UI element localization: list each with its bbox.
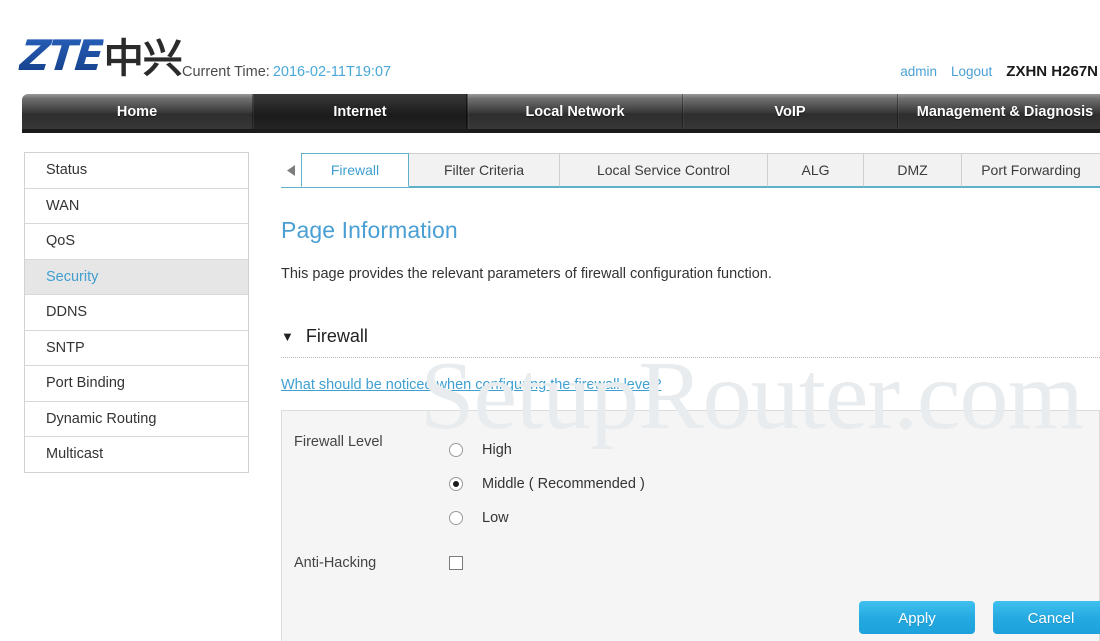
router-admin-page: ZTE 中兴 Current Time: 2016-02-11T19:07 adm… <box>0 0 1100 641</box>
device-model: ZXHN H267N <box>1006 63 1098 80</box>
sidebar-item-security[interactable]: Security <box>25 259 248 295</box>
firewall-section-header[interactable]: ▼ Firewall <box>281 326 1100 347</box>
page-header: ZTE 中兴 Current Time: 2016-02-11T19:07 adm… <box>0 0 1100 94</box>
tab-firewall[interactable]: Firewall <box>301 153 409 187</box>
radio-label: Low <box>482 510 509 526</box>
logout-link[interactable]: Logout <box>951 64 992 79</box>
zte-logo: ZTE 中兴 <box>17 30 182 83</box>
radio-icon[interactable] <box>449 443 463 457</box>
tab-strip: Firewall Filter Criteria Local Service Con… <box>281 152 1100 188</box>
anti-hacking-row: Anti-Hacking <box>294 554 463 571</box>
radio-icon[interactable] <box>449 477 463 491</box>
firewall-level-row: Firewall Level High Middle ( Recommended … <box>294 433 645 535</box>
tab-port-forwarding[interactable]: Port Forwarding <box>961 153 1100 187</box>
firewall-level-option-high[interactable]: High <box>449 433 645 467</box>
current-time: Current Time: 2016-02-11T19:07 <box>182 64 391 80</box>
navbar-underline <box>22 129 1100 133</box>
sidebar-item-ddns[interactable]: DDNS <box>25 295 248 331</box>
radio-label: High <box>482 442 512 458</box>
tab-filter-criteria[interactable]: Filter Criteria <box>408 153 560 187</box>
nav-item-home[interactable]: Home <box>22 94 252 131</box>
collapse-caret-icon[interactable]: ▼ <box>281 330 294 343</box>
page-title: Page Information <box>281 217 458 243</box>
sidebar-item-multicast[interactable]: Multicast <box>25 437 248 473</box>
sidebar-item-wan[interactable]: WAN <box>25 188 248 224</box>
current-time-value: 2016-02-11T19:07 <box>272 64 392 80</box>
firewall-section-title: Firewall <box>305 326 368 346</box>
anti-hacking-checkbox[interactable] <box>449 556 463 570</box>
nav-item-local-network[interactable]: Local Network <box>468 94 682 131</box>
tab-alg[interactable]: ALG <box>767 153 864 187</box>
section-divider <box>281 357 1100 358</box>
sidebar-item-port-binding[interactable]: Port Binding <box>25 366 248 402</box>
radio-icon[interactable] <box>449 511 463 525</box>
sidebar-menu: Status WAN QoS Security DDNS SNTP Port Binding… <box>24 152 249 473</box>
nav-item-voip[interactable]: VoIP <box>683 94 897 131</box>
cancel-button[interactable]: Cancel <box>993 601 1100 634</box>
sidebar-item-dynamic-routing[interactable]: Dynamic Routing <box>25 401 248 437</box>
content-area: Firewall Filter Criteria Local Service Con… <box>281 152 1100 641</box>
username-link[interactable]: admin <box>900 64 937 79</box>
firewall-level-radio-group: High Middle ( Recommended ) Low <box>449 433 645 535</box>
nav-item-management-diagnosis[interactable]: Management & Diagnosis <box>898 94 1100 131</box>
firewall-form-panel: Firewall Level High Middle ( Recommended … <box>281 410 1100 641</box>
sidebar-item-status[interactable]: Status <box>25 153 248 189</box>
logo-zte-text: ZTE <box>17 30 105 80</box>
form-button-row: Apply Cancel <box>859 601 1100 634</box>
tab-local-service-control[interactable]: Local Service Control <box>559 153 768 187</box>
sidebar-item-qos[interactable]: QoS <box>25 224 248 260</box>
page-description: This page provides the relevant paramete… <box>281 266 772 282</box>
nav-item-internet[interactable]: Internet <box>253 94 467 131</box>
firewall-level-option-low[interactable]: Low <box>449 501 645 535</box>
anti-hacking-label: Anti-Hacking <box>294 555 377 571</box>
logo-chinese-text: 中兴 <box>103 36 183 82</box>
main-navigation: Home Internet Local Network VoIP Management … <box>22 94 1100 131</box>
firewall-level-label: Firewall Level <box>294 434 383 450</box>
tab-dmz[interactable]: DMZ <box>863 153 962 187</box>
radio-label: Middle ( Recommended ) <box>482 476 645 492</box>
firewall-level-option-middle[interactable]: Middle ( Recommended ) <box>449 467 645 501</box>
triangle-left-icon[interactable] <box>281 153 301 187</box>
account-area: admin Logout ZXHN H267N <box>900 63 1100 80</box>
sidebar-item-sntp[interactable]: SNTP <box>25 330 248 366</box>
firewall-notice-link[interactable]: What should be noticed when configuring … <box>281 377 661 393</box>
apply-button[interactable]: Apply <box>859 601 975 634</box>
current-time-label: Current Time: <box>182 64 270 80</box>
